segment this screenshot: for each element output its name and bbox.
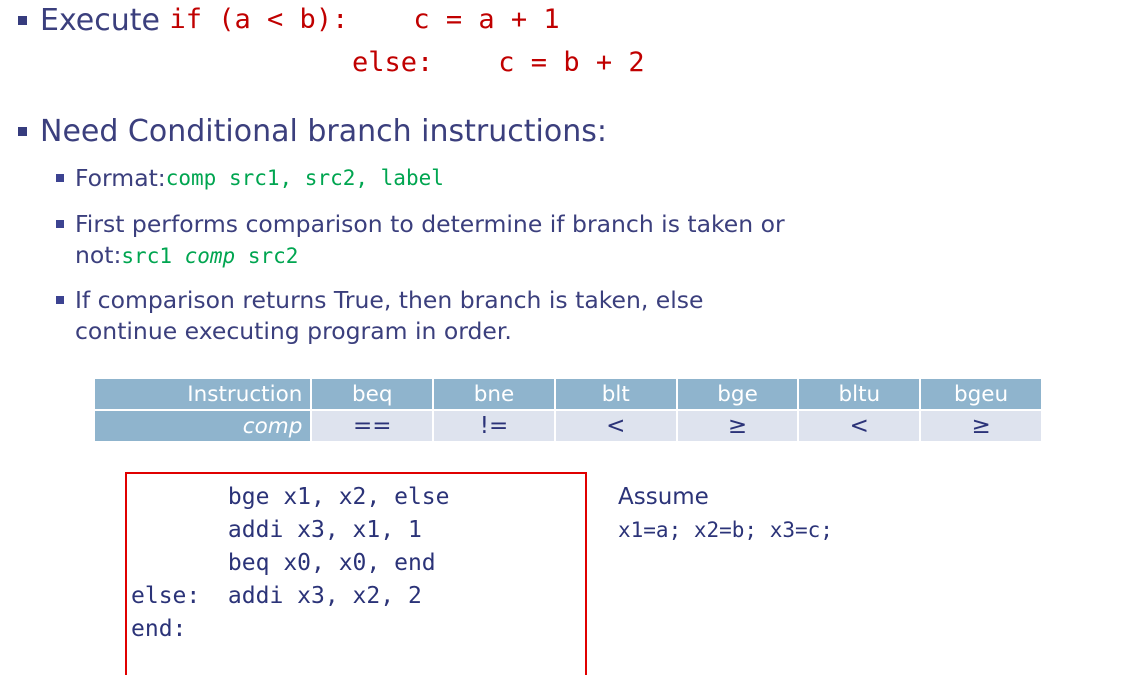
bullet-execute-code-line1: if (a < b): c = a + 1 <box>169 4 560 35</box>
subbullet-first-performs-line1: First performs comparison to determine i… <box>75 210 785 238</box>
bullet-square-icon <box>18 16 27 25</box>
subbullet-format-code: comp src1, src2, label <box>165 166 444 190</box>
subbullet-if-comparison-line1: If comparison returns True, then branch … <box>75 286 704 314</box>
bullet-execute-code-line2: else: c = b + 2 <box>352 47 645 78</box>
bullet-square-icon <box>18 127 27 136</box>
bullet-square-icon <box>56 174 64 182</box>
subbullet-format: Format: comp src1, src2, label <box>56 163 444 194</box>
subbullet-first-performs: First performs comparison to determine i… <box>56 209 785 271</box>
table-cell-comp-beq: == <box>312 411 433 441</box>
subbullet-code-comp: comp <box>184 244 236 268</box>
bullet-execute-label: Execute <box>40 3 170 38</box>
table-cell-comp-bge: ≥ <box>677 411 798 441</box>
subbullet-first-performs-line2-label: not: <box>75 241 122 269</box>
bullet-need-conditional: Need Conditional branch instructions: <box>18 113 607 151</box>
subbullet-if-comparison-line2: continue executing program in order. <box>75 317 512 345</box>
table-cell-instruction-bge: bge <box>677 379 798 409</box>
table-cell-comp-bltu: < <box>799 411 920 441</box>
table-row-instruction: Instruction beq bne blt bge bltu bgeu <box>95 379 1041 409</box>
table-cell-instruction-blt: blt <box>555 379 676 409</box>
slide-canvas: Execute if (a < b): c = a + 1 else: c = … <box>0 0 1127 675</box>
table-rowlabel-comp: comp <box>95 411 311 441</box>
bullet-square-icon <box>56 296 64 304</box>
subbullet-code-src1: src1 <box>121 244 185 268</box>
subbullet-code-src2: src2 <box>235 244 299 268</box>
table-cell-instruction-bne: bne <box>434 379 554 409</box>
table-cell-comp-bgeu: ≥ <box>921 411 1041 441</box>
table-row-comp: comp == != < ≥ < ≥ <box>95 411 1041 441</box>
assume-block: Assume x1=a; x2=b; x3=c; <box>618 481 833 547</box>
assembly-code-text: bge x1, x2, else addi x3, x1, 1 beq x0, … <box>131 484 450 642</box>
table-cell-comp-bne: != <box>434 411 554 441</box>
bullet-need-conditional-label: Need Conditional branch instructions: <box>40 114 607 149</box>
subbullet-format-label: Format: <box>75 164 166 192</box>
table-rowlabel-instruction: Instruction <box>95 379 311 409</box>
table-cell-instruction-beq: beq <box>312 379 433 409</box>
table-cell-comp-blt: < <box>555 411 676 441</box>
assume-title: Assume <box>618 484 709 510</box>
bullet-square-icon <box>56 220 64 228</box>
branch-instruction-table: Instruction beq bne blt bge bltu bgeu co… <box>93 377 1043 443</box>
table-cell-instruction-bltu: bltu <box>799 379 920 409</box>
table-cell-instruction-bgeu: bgeu <box>921 379 1041 409</box>
bullet-execute-line2: else: c = b + 2 <box>352 47 645 78</box>
assume-mapping: x1=a; x2=b; x3=c; <box>618 518 833 542</box>
bullet-execute: Execute if (a < b): c = a + 1 <box>18 2 560 40</box>
subbullet-if-comparison: If comparison returns True, then branch … <box>56 285 703 347</box>
